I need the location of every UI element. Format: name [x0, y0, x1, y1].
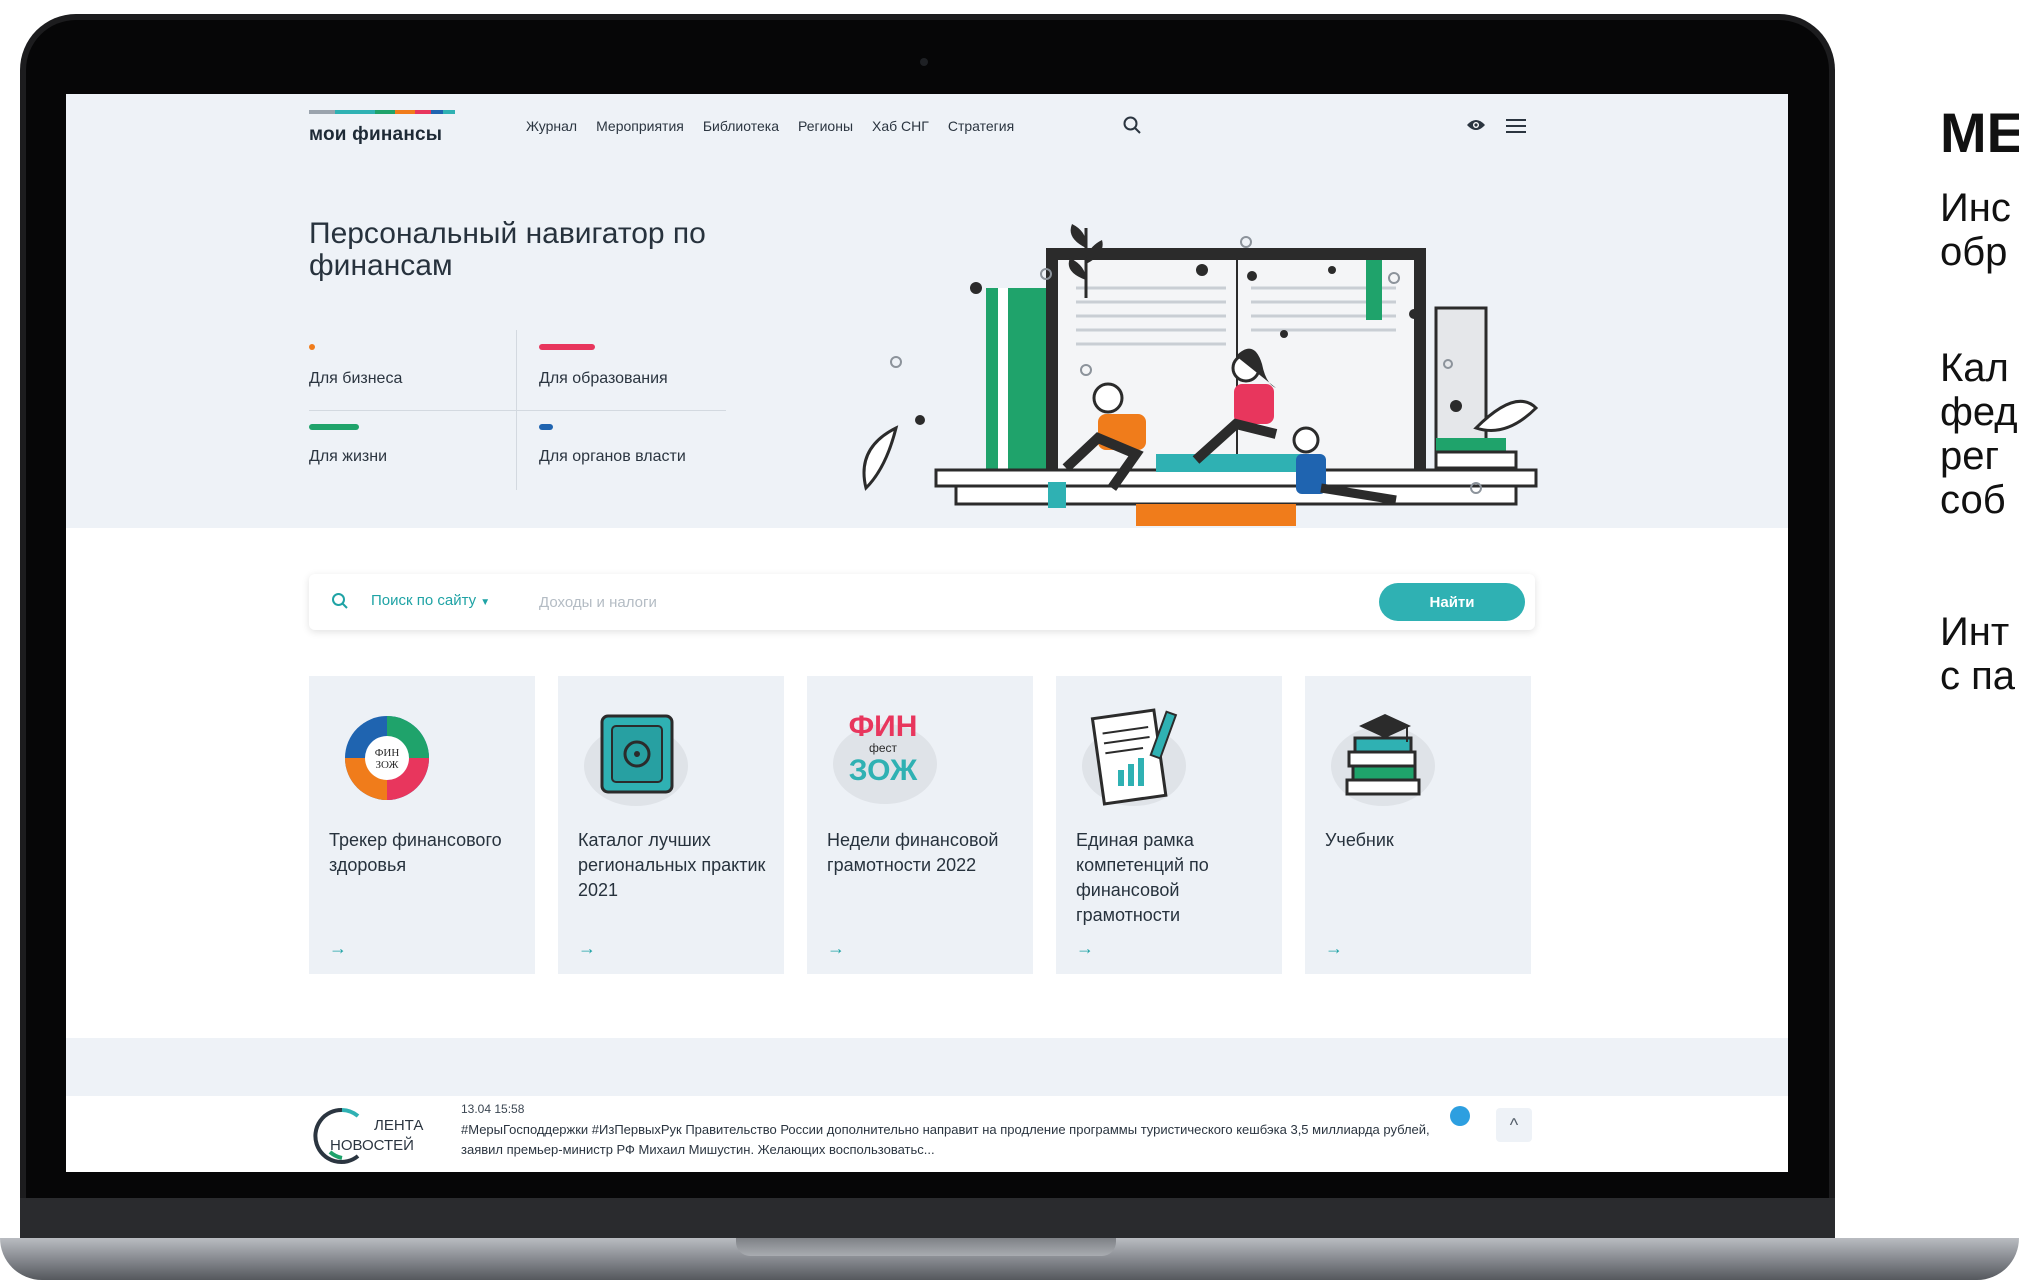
category-life[interactable]: Для жизни [309, 448, 387, 466]
side-text-line: Кал [1940, 346, 2009, 390]
nav-item-regions[interactable]: Регионы [798, 118, 853, 134]
card-title: Учебник [1325, 830, 1394, 850]
card-textbook[interactable]: Учебник → [1305, 676, 1531, 974]
side-text-line: обр [1940, 230, 2008, 274]
card-literacy-weeks[interactable]: ФИН фест ЗОЖ Недели финансовой грамотнос… [807, 676, 1033, 974]
browser-screen: мои финансы Журнал Мероприятия Библиотек… [66, 94, 1788, 1172]
education-color-mark [539, 344, 595, 350]
card-title: Трекер финансового здоровья [329, 830, 502, 875]
telegram-icon[interactable] [1450, 1106, 1470, 1126]
hero-section: мои финансы Журнал Мероприятия Библиотек… [66, 94, 1788, 528]
finfest-text-fin: ФИН [849, 710, 918, 743]
news-feed-logo-icon: ЛЕНТА НОВОСТЕЙ [313, 1107, 423, 1164]
document-icon [1082, 708, 1186, 806]
search-icon [332, 593, 348, 609]
books-icon [1331, 714, 1435, 806]
svg-text:ФИН: ФИН [375, 747, 400, 759]
side-text-line: Инт [1940, 610, 2010, 654]
nav-item-strategy[interactable]: Стратегия [948, 118, 1014, 134]
search-scope-dropdown[interactable]: Поиск по сайту ▼ [371, 592, 490, 609]
arrow-right-icon: → [329, 938, 347, 958]
laptop-notch [736, 1238, 1116, 1256]
card-competency-framework[interactable]: Единая рамка компетенций по финансовой г… [1056, 676, 1282, 974]
logo-text: мои финансы [309, 124, 443, 145]
business-color-mark [309, 344, 315, 350]
nav-item-events[interactable]: Мероприятия [596, 118, 684, 134]
finzozh-chart-icon: ФИН ЗОЖ [345, 716, 429, 800]
news-ticker: ЛЕНТА НОВОСТЕЙ 13.04 15:58 #МерыГосподде… [66, 1096, 1788, 1172]
finfest-text-zozh: ЗОЖ [849, 754, 918, 787]
arrow-right-icon: → [1076, 938, 1094, 958]
main-nav: Журнал Мероприятия Библиотека Регионы Ха… [526, 118, 1014, 134]
nav-item-journal[interactable]: Журнал [526, 118, 577, 134]
card-title: Каталог лучших региональных практик 2021 [578, 830, 766, 900]
chevron-down-icon: ▼ [480, 597, 491, 608]
footer-band [66, 1038, 1788, 1096]
card-title: Недели финансовой грамотности 2022 [827, 830, 999, 875]
government-color-mark [539, 424, 553, 430]
category-education[interactable]: Для образования [539, 370, 668, 388]
accessibility-eye-icon[interactable] [1466, 118, 1486, 132]
hero-illustration [862, 224, 1539, 526]
arrow-right-icon: → [1325, 938, 1343, 958]
category-divider-horizontal [309, 410, 726, 411]
arrow-right-icon: → [578, 938, 596, 958]
side-text-line: соб [1940, 478, 2006, 522]
site-logo[interactable]: мои финансы [309, 110, 455, 146]
nav-item-library[interactable]: Библиотека [703, 118, 779, 134]
safe-icon [584, 714, 688, 806]
category-government[interactable]: Для органов власти [539, 448, 686, 466]
news-feed-logo[interactable]: ЛЕНТА НОВОСТЕЙ [312, 1102, 452, 1171]
site-search-bar: Поиск по сайту ▼ Найти [309, 574, 1535, 630]
side-text-line: фед [1940, 390, 2018, 434]
search-submit-button[interactable]: Найти [1379, 583, 1525, 621]
search-scope-label: Поиск по сайту [371, 592, 477, 609]
finfest-text-fest: фест [869, 741, 898, 755]
card-finance-tracker[interactable]: ФИН ЗОЖ Трекер финансового здоровья → [309, 676, 535, 974]
nav-item-cis-hub[interactable]: Хаб СНГ [872, 118, 929, 134]
finfest-icon: ФИН фест ЗОЖ [833, 710, 937, 804]
category-business[interactable]: Для бизнеса [309, 370, 402, 388]
side-text-line: Инс [1940, 186, 2011, 230]
svg-text:ЗОЖ: ЗОЖ [375, 759, 398, 771]
arrow-right-icon: → [827, 938, 845, 958]
card-title: Единая рамка компетенций по финансовой г… [1076, 830, 1209, 925]
card-regional-practices[interactable]: Каталог лучших региональных практик 2021… [558, 676, 784, 974]
news-logo-line1: ЛЕНТА [374, 1117, 423, 1134]
hamburger-menu-icon[interactable] [1506, 118, 1526, 134]
side-text-line: рег [1940, 434, 2000, 478]
search-icon[interactable] [1123, 116, 1141, 134]
news-logo-line2: НОВОСТЕЙ [330, 1136, 414, 1154]
hero-title: Персональный навигатор по финансам [309, 217, 706, 282]
webcam [920, 58, 928, 66]
laptop-hinge [20, 1198, 1835, 1242]
news-timestamp: 13.04 15:58 [461, 1102, 525, 1116]
life-color-mark [309, 424, 359, 430]
scroll-up-button[interactable]: ^ [1496, 1108, 1532, 1142]
side-text-line: с па [1940, 654, 2016, 698]
side-heading: МЕ [1940, 101, 2019, 164]
news-headline[interactable]: #МерыГосподдержки #ИзПервыхРук Правитель… [461, 1120, 1471, 1160]
logo-color-bar [309, 110, 455, 114]
search-input[interactable] [537, 584, 1377, 620]
